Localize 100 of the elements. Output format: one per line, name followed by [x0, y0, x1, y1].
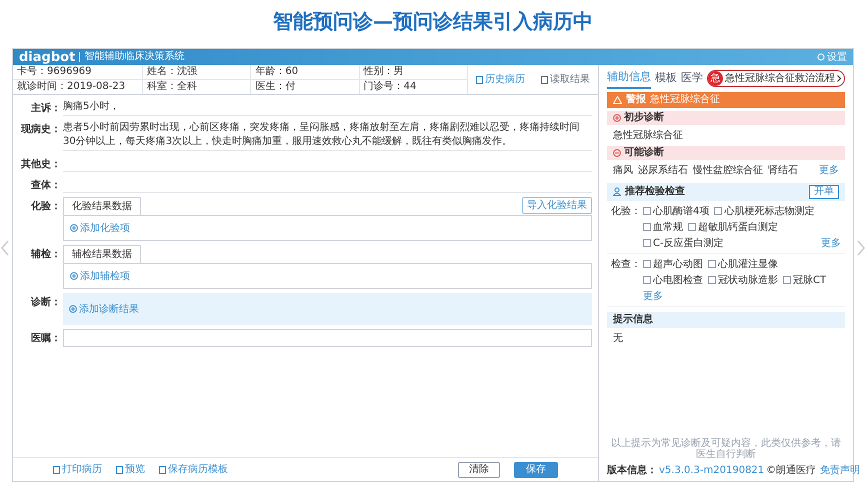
legal-link[interactable]: 免责声明 [820, 463, 860, 478]
text-field[interactable]: 患者5小时前因劳累时出现，心前区疼痛，突发疼痛，呈闷胀感，疼痛放射至左肩，疼痛剧烈难以忍受，疼痛持续时间30分钟以上，每天疼痛3次以上，快走时胸痛加重，服用速效救心丸不能缓解，既往有类似胸痛发作。 [63, 120, 592, 151]
diagnosis-item[interactable]: 慢性盆腔综合征 [693, 162, 763, 178]
result-tab[interactable]: 化验结果数据 [63, 197, 141, 215]
plus-circle-icon [613, 114, 621, 122]
footer-link[interactable]: 打印病历 [53, 462, 102, 477]
company-name: ©朗通医疗 [766, 464, 816, 478]
section-title: 初步诊断 [624, 110, 664, 125]
settings-button[interactable]: 设置 [817, 50, 847, 64]
header-button[interactable]: 历史病历 [476, 72, 525, 87]
checkbox[interactable] [643, 276, 651, 284]
text-field[interactable]: 胸痛5小时， [63, 99, 592, 116]
settings-icon [817, 53, 825, 61]
checkbox[interactable] [708, 276, 716, 284]
clear-button[interactable]: 清除 [458, 462, 500, 478]
checkbox-label: 超声心动图 [653, 258, 703, 272]
checkbox-label: C-反应蛋白测定 [653, 236, 724, 250]
field-label: 查体： [30, 178, 61, 193]
more-link[interactable]: 更多 [821, 236, 841, 250]
user-icon [613, 187, 621, 196]
patient-info-cell: 就诊时间：2019-08-23 [13, 80, 143, 94]
checkbox-label: 冠脉CT [793, 274, 826, 288]
pathway-button[interactable]: 急 急性冠脉综合征救治流程 [707, 70, 845, 88]
add-diagnosis-link[interactable]: 添加诊断结果 [69, 302, 139, 316]
side-tab[interactable]: 模板 [655, 70, 677, 88]
plus-circle-icon [70, 272, 78, 280]
plus-circle-icon [70, 224, 78, 232]
patient-info-cell: 年龄：60 [251, 65, 360, 79]
patient-info-cell: 医生：付 [251, 80, 360, 94]
field-label: 化验： [30, 200, 61, 214]
hint-text: 无 [612, 332, 624, 346]
slide-title: 智能预问诊—预问诊结果引入病历中 [273, 8, 593, 35]
section-title: 推荐检验检查 [625, 184, 686, 199]
checkbox[interactable] [643, 223, 651, 231]
patient-info-cell: 姓名：沈强 [143, 65, 252, 79]
checkbox-label: 血常规 [653, 220, 683, 234]
import-button[interactable]: 导入化验结果 [522, 197, 592, 214]
input-field[interactable] [63, 329, 592, 347]
app-logo: diagbot [19, 50, 76, 64]
field-label: 诊断： [30, 296, 61, 310]
footer-link[interactable]: 保存病历模板 [159, 462, 228, 477]
checkbox[interactable] [714, 207, 722, 215]
side-tab[interactable]: 医学 [681, 70, 703, 88]
checkbox[interactable] [783, 276, 791, 284]
version-label: 版本信息： [607, 464, 657, 478]
field-label: 其他史： [20, 158, 61, 172]
group-label: 化验： [611, 204, 641, 218]
pathway-label: 急性冠脉综合征救治流程 [725, 72, 835, 86]
chevron-right-icon[interactable] [857, 240, 865, 256]
warning-icon [613, 96, 622, 104]
alert-text: 急性冠脉综合征 [650, 92, 720, 107]
more-link[interactable]: 更多 [819, 162, 839, 178]
diagnosis-item[interactable]: 急性冠脉综合征 [607, 128, 845, 142]
chevron-right-icon [837, 75, 841, 82]
checkbox[interactable] [643, 207, 651, 215]
checkbox[interactable] [688, 223, 696, 231]
diagnosis-item[interactable]: 泌尿系结石 [638, 162, 688, 178]
field-label: 医嘱： [30, 332, 61, 346]
document-icon [53, 466, 60, 474]
add-item-link[interactable]: 添加化验项 [70, 220, 130, 236]
group-label: 检查： [611, 258, 641, 272]
checkbox[interactable] [643, 260, 651, 268]
checkbox[interactable] [708, 260, 716, 268]
side-tab[interactable]: 辅助信息 [607, 69, 651, 88]
app-subtitle: 智能辅助临床决策系统 [79, 52, 184, 62]
order-button[interactable]: 开单 [809, 184, 839, 198]
add-item-link[interactable]: 添加辅检项 [70, 268, 130, 284]
field-label: 现病史： [20, 122, 61, 137]
minus-circle-icon [613, 148, 621, 156]
checkbox-label: 冠状动脉造影 [718, 274, 778, 288]
checkbox-label: 心肌灌注显像 [718, 258, 778, 272]
plus-circle-icon [69, 305, 77, 313]
patient-info-cell: 门诊号：44 [360, 80, 468, 94]
section-header: 提示信息 [607, 312, 845, 328]
checkbox-label: 超敏肌钙蛋白测定 [698, 220, 778, 234]
document-icon [476, 76, 483, 84]
document-icon [541, 76, 548, 84]
checkbox[interactable] [643, 239, 651, 247]
more-link[interactable]: 更多 [643, 288, 663, 304]
checkbox-label: 心肌梗死标志物测定 [724, 204, 814, 218]
checkbox-label: 心肌酶谱4项 [653, 204, 710, 218]
alert-title: 警报 [626, 92, 646, 107]
diagnosis-item[interactable]: 痛风 [613, 162, 633, 178]
save-button[interactable]: 保存 [514, 462, 558, 478]
result-tab[interactable]: 辅检结果数据 [63, 245, 141, 263]
document-icon [116, 466, 123, 474]
patient-info-cell: 科室：全科 [143, 80, 252, 94]
section-title: 可能诊断 [624, 146, 664, 160]
checkbox-label: 心电图检查 [653, 274, 703, 288]
version-number: v5.3.0.3-m20190821 [659, 464, 764, 478]
patient-info-cell: 卡号：9696969 [13, 65, 143, 79]
field-label: 主诉： [30, 101, 61, 116]
disclaimer-text: 以上提示为常见诊断及可疑内容，此类仅供参考，请医生自行判断 [610, 438, 842, 460]
chevron-left-icon[interactable] [1, 240, 9, 256]
diagnosis-item[interactable]: 肾结石 [768, 162, 798, 178]
urgent-badge: 急 [708, 71, 723, 86]
document-icon [159, 466, 166, 474]
patient-info-cell: 性别：男 [360, 65, 468, 79]
footer-link[interactable]: 预览 [116, 462, 145, 477]
field-label: 辅检： [30, 248, 61, 262]
